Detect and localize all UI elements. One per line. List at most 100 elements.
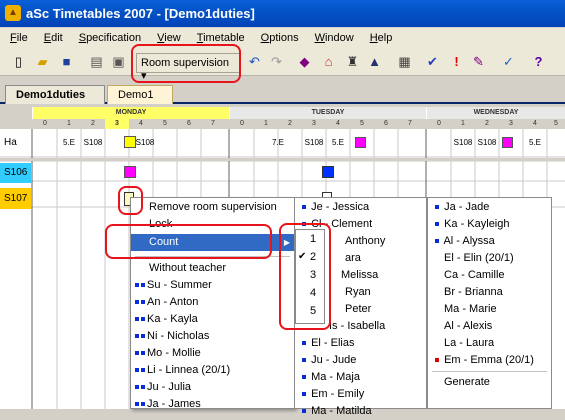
undo-icon[interactable]: ↶ (246, 53, 263, 70)
period-number: 0 (43, 120, 47, 127)
menu-item-teacher[interactable]: Li - Linnea (20/1) (131, 362, 294, 379)
period-number: 5 (360, 120, 364, 127)
teacher-column-3: Ja - Jade Ka - Kayleigh Al - Alyssa El -… (427, 197, 552, 409)
period-number: 7 (211, 120, 215, 127)
menu-file[interactable]: File (10, 32, 28, 44)
menu-item-teacher[interactable]: Ma - Marie (428, 301, 551, 318)
period-number: 0 (240, 120, 244, 127)
highlight-annotation (105, 224, 272, 259)
menu-item-teacher[interactable]: El - Elin (20/1) (428, 250, 551, 267)
lessons-icon[interactable]: ▦ (396, 53, 413, 70)
cell-text: 5.E (528, 138, 541, 147)
save-icon[interactable]: ■ (58, 53, 75, 70)
menu-item-teacher[interactable]: Ja - James (131, 396, 294, 413)
cell-text: S108 (453, 138, 473, 147)
menu-item-teacher[interactable]: Ma - Maja (295, 369, 426, 386)
menu-item-teacher[interactable]: Al - Alexis (428, 318, 551, 335)
edit-icon[interactable]: ✎ (470, 53, 487, 70)
title-bar: ▲ aSc Timetables 2007 - [Demo1duties] (0, 0, 565, 27)
menu-item-teacher[interactable]: Em - Emily (295, 386, 426, 403)
day-header-tuesday: TUESDAY (230, 107, 426, 119)
rooms-icon[interactable]: ▲ (366, 53, 383, 70)
cell-text: 7.E (271, 138, 284, 147)
period-number: 6 (384, 120, 388, 127)
menu-view[interactable]: View (157, 32, 181, 44)
menu-bar: File Edit Specification View Timetable O… (0, 28, 565, 48)
menu-item-teacher[interactable]: Ka - Kayleigh (428, 216, 551, 233)
menu-item-without-teacher[interactable]: Without teacher (131, 260, 294, 277)
teachers-icon[interactable]: ♜ (344, 53, 361, 70)
menu-item-teacher[interactable]: Ka - Kayla (131, 311, 294, 328)
menu-item-teacher[interactable]: Br - Brianna (428, 284, 551, 301)
menu-item-generate[interactable]: Generate (428, 374, 551, 391)
menu-divider (432, 371, 547, 372)
period-number: 5 (554, 120, 558, 127)
menu-item-teacher[interactable]: Mo - Mollie (131, 345, 294, 362)
row-label-ha: Ha (4, 137, 17, 148)
cell-text: 5.E (331, 138, 344, 147)
menu-help[interactable]: Help (370, 32, 393, 44)
menu-window[interactable]: Window (315, 32, 354, 44)
tab-demo1duties[interactable]: Demo1duties (5, 85, 105, 104)
row-label-s106: S106 (0, 163, 31, 183)
menu-item-teacher[interactable]: Em - Emma (20/1) (428, 352, 551, 369)
supervision-marker[interactable] (322, 166, 334, 178)
period-number: 4 (336, 120, 340, 127)
period-number: 1 (67, 120, 71, 127)
new-icon[interactable]: ▯ (10, 53, 27, 70)
redo-icon[interactable]: ↷ (268, 53, 285, 70)
subjects-icon[interactable]: ◆ (296, 53, 313, 70)
menu-item-teacher[interactable]: Al - Alyssa (428, 233, 551, 250)
lesson-marker[interactable] (502, 137, 513, 148)
menu-options[interactable]: Options (261, 32, 299, 44)
menu-item-teacher[interactable]: Ja - Jade (428, 199, 551, 216)
period-number-selected: 3 (105, 119, 129, 129)
period-number: 2 (288, 120, 292, 127)
check-icon[interactable]: ✔ (424, 53, 441, 70)
menu-edit[interactable]: Edit (44, 32, 63, 44)
menu-item-teacher[interactable]: El - Elias (295, 335, 426, 352)
menu-timetable[interactable]: Timetable (197, 32, 245, 44)
menu-item-teacher[interactable]: Ma - Matilda (295, 403, 426, 420)
menu-item-teacher[interactable]: Su - Summer (131, 277, 294, 294)
row-label-s107: S107 (0, 188, 31, 209)
menu-item-teacher[interactable]: An - Anton (131, 294, 294, 311)
menu-specification[interactable]: Specification (79, 32, 141, 44)
toolbar: ▯ ▰ ■ ▤ ▣ Room supervision ▾ ↶ ↷ ◆ ⌂ ♜ ▲… (0, 48, 565, 82)
menu-item-teacher[interactable]: Ju - Jude (295, 352, 426, 369)
period-number: 1 (264, 120, 268, 127)
open-icon[interactable]: ▰ (34, 53, 51, 70)
menu-item-teacher[interactable]: Ca - Camille (428, 267, 551, 284)
menu-item-teacher[interactable]: La - Laura (428, 335, 551, 352)
tab-demo1-label: Demo1 (118, 89, 154, 101)
cell-text: S108 (135, 138, 155, 147)
period-number: 5 (163, 120, 167, 127)
period-number: 2 (91, 120, 95, 127)
lesson-marker[interactable] (355, 137, 366, 148)
alert-icon[interactable]: ! (448, 53, 465, 70)
cell-text: S108 (304, 138, 324, 147)
classes-icon[interactable]: ⌂ (320, 53, 337, 70)
menu-item-teacher[interactable]: Ni - Nicholas (131, 328, 294, 345)
period-number: 4 (533, 120, 537, 127)
help-icon[interactable]: ? (530, 53, 547, 70)
cell-text: 5.E (62, 138, 75, 147)
supervision-marker[interactable] (124, 166, 136, 178)
menu-item-teacher[interactable]: Je - Jessica (295, 199, 426, 216)
menu-item-remove-supervision[interactable]: Remove room supervision (131, 199, 294, 216)
day-header-monday: MONDAY (33, 107, 229, 119)
period-number: 7 (408, 120, 412, 127)
period-number: 0 (437, 120, 441, 127)
print-icon[interactable]: ▤ (88, 53, 105, 70)
print-preview-icon[interactable]: ▣ (110, 53, 127, 70)
day-header-wednesday: WEDNESDAY (427, 107, 565, 119)
tab-demo1duties-label: Demo1duties (16, 89, 86, 101)
tab-bar: Demo1duties Demo1 (0, 83, 565, 104)
approve-icon[interactable]: ✓ (500, 53, 517, 70)
period-number: 1 (461, 120, 465, 127)
menu-item-teacher[interactable]: Ju - Julia (131, 379, 294, 396)
period-number: 3 (509, 120, 513, 127)
period-number: 3 (312, 120, 316, 127)
tab-demo1[interactable]: Demo1 (107, 85, 173, 104)
highlight-annotation (279, 223, 331, 330)
